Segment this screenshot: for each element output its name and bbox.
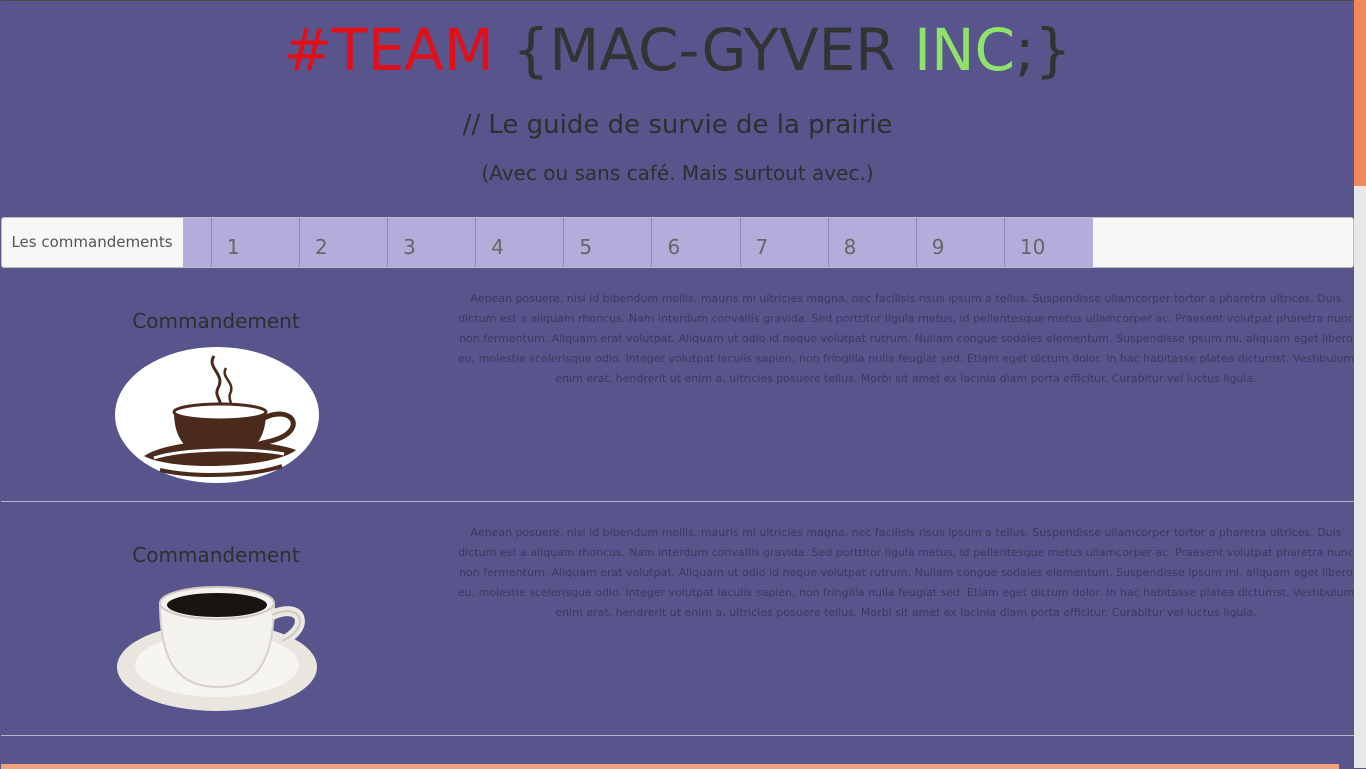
commandment-heading: Commandement xyxy=(132,309,300,333)
navbar: Les commandements 1 2 3 4 5 6 7 8 9 10 xyxy=(1,217,1354,268)
tab-4[interactable]: 4 xyxy=(476,218,565,267)
subsubtitle: (Avec ou sans café. Mais surtout avec.) xyxy=(481,161,874,185)
commandment-text: Aenean posuere, nisi id bibendum mollis,… xyxy=(457,292,1354,385)
title-main: {MAC-GYVER xyxy=(512,16,915,84)
subtitle: // Le guide de survie de la prairie xyxy=(462,110,893,140)
tab-7[interactable]: 7 xyxy=(741,218,829,267)
nav-tabs: 1 2 3 4 5 6 7 8 9 10 xyxy=(183,218,1093,267)
tab-9[interactable]: 9 xyxy=(917,218,1005,267)
bottom-accent-bar xyxy=(1,764,1339,769)
scrollbar[interactable] xyxy=(1354,0,1366,768)
tab-10[interactable]: 10 xyxy=(1005,218,1093,267)
page: #TEAM {MAC-GYVER INC;} // Le guide de su… xyxy=(1,0,1354,769)
tab-1[interactable]: 1 xyxy=(212,218,300,267)
coffee-cup-illustration-icon xyxy=(115,347,319,483)
title-inc: INC xyxy=(914,16,1016,84)
tab-6[interactable]: 6 xyxy=(652,218,741,267)
commandment-heading: Commandement xyxy=(132,543,300,567)
tab-spacer xyxy=(183,218,212,267)
commandment-text: Aenean posuere, nisi id bibendum mollis,… xyxy=(457,526,1354,619)
nav-brand[interactable]: Les commandements xyxy=(2,218,182,267)
title-hash: #TEAM xyxy=(283,16,494,84)
tab-2[interactable]: 2 xyxy=(300,218,389,267)
coffee-cup-photo-icon xyxy=(117,586,317,711)
tab-5[interactable]: 5 xyxy=(564,218,653,267)
title-end: ;} xyxy=(1015,16,1072,84)
tab-8[interactable]: 8 xyxy=(829,218,917,267)
tab-3[interactable]: 3 xyxy=(388,218,477,267)
site-title: #TEAM {MAC-GYVER INC;} xyxy=(1,15,1354,85)
scrollbar-thumb[interactable] xyxy=(1354,0,1366,186)
